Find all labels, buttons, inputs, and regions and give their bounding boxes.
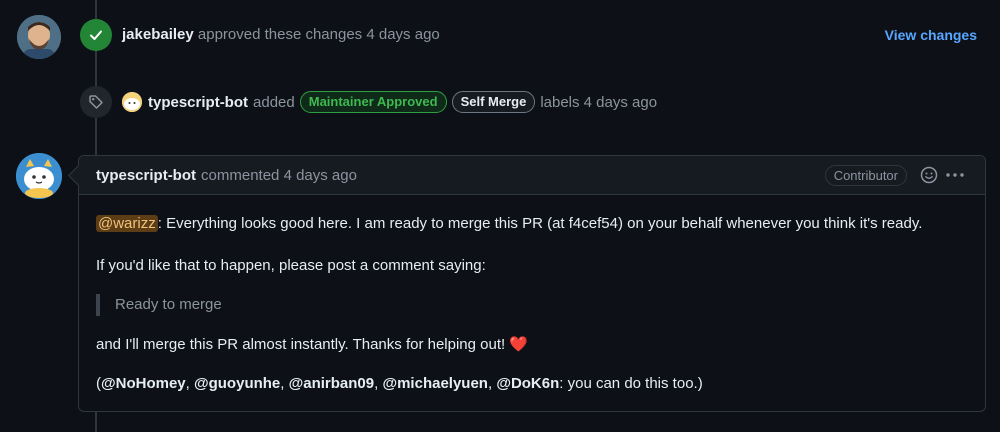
contributor-badge: Contributor (824, 165, 907, 186)
bot-avatar[interactable] (16, 153, 62, 199)
bot-author-link[interactable]: typescript-bot (148, 94, 248, 111)
author-link[interactable]: jakebailey (122, 26, 194, 43)
mention-link[interactable]: @NoHomey (101, 375, 186, 392)
paragraph-3-text: and I'll merge this PR almost instantly.… (96, 336, 506, 353)
mention-link[interactable]: @warizz (96, 215, 158, 232)
label-self-merge[interactable]: Self Merge (451, 91, 536, 113)
paragraph-4-suffix: : you can do this too.) (559, 375, 703, 392)
label-event-badge (80, 86, 112, 118)
labels-event: typescript-bot added Maintainer Approved… (122, 91, 657, 113)
mention-link[interactable]: @anirban09 (289, 375, 375, 392)
smiley-icon[interactable] (920, 166, 938, 184)
blockquote: Ready to merge (96, 294, 222, 316)
comment-time[interactable]: 4 days ago (284, 167, 357, 184)
approval-time[interactable]: 4 days ago (366, 26, 439, 43)
comment-author-link[interactable]: typescript-bot (96, 167, 196, 184)
mention-link[interactable]: @guoyunhe (194, 375, 280, 392)
avatar[interactable] (17, 15, 61, 59)
comment-paragraph-1: @warizz: Everything looks good here. I a… (96, 215, 922, 232)
label-maintainer-approved[interactable]: Maintainer Approved (299, 91, 447, 113)
mention-link[interactable]: @michaelyuen (382, 375, 488, 392)
approved-badge (80, 19, 112, 51)
comment-paragraph-2: If you'd like that to happen, please pos… (96, 257, 486, 274)
comment-paragraph-3: and I'll merge this PR almost instantly.… (96, 335, 528, 353)
comment-action: commented (201, 166, 280, 184)
comment-card: typescript-bot commented 4 days ago Cont… (78, 155, 986, 412)
comment-header: typescript-bot commented 4 days ago Cont… (79, 156, 985, 195)
labels-tail: labels 4 days ago (540, 93, 658, 111)
heart-icon: ❤️ (509, 336, 529, 353)
kebab-icon[interactable] (945, 167, 965, 183)
view-changes-link[interactable]: View changes (885, 27, 977, 43)
approval-action: approved these changes (197, 26, 363, 43)
comment-paragraph-4: (@NoHomey, @guoyunhe, @anirban09, @micha… (96, 375, 703, 392)
check-icon (90, 30, 102, 40)
mention-link[interactable]: @DoK6n (496, 375, 559, 392)
bot-mini-avatar[interactable] (122, 92, 142, 112)
paragraph-1-text: : Everything looks good here. I am ready… (157, 215, 923, 232)
labels-action: added (253, 93, 295, 111)
tag-icon (89, 95, 103, 109)
approval-event: jakebailey approved these changes 4 days… (122, 26, 440, 43)
